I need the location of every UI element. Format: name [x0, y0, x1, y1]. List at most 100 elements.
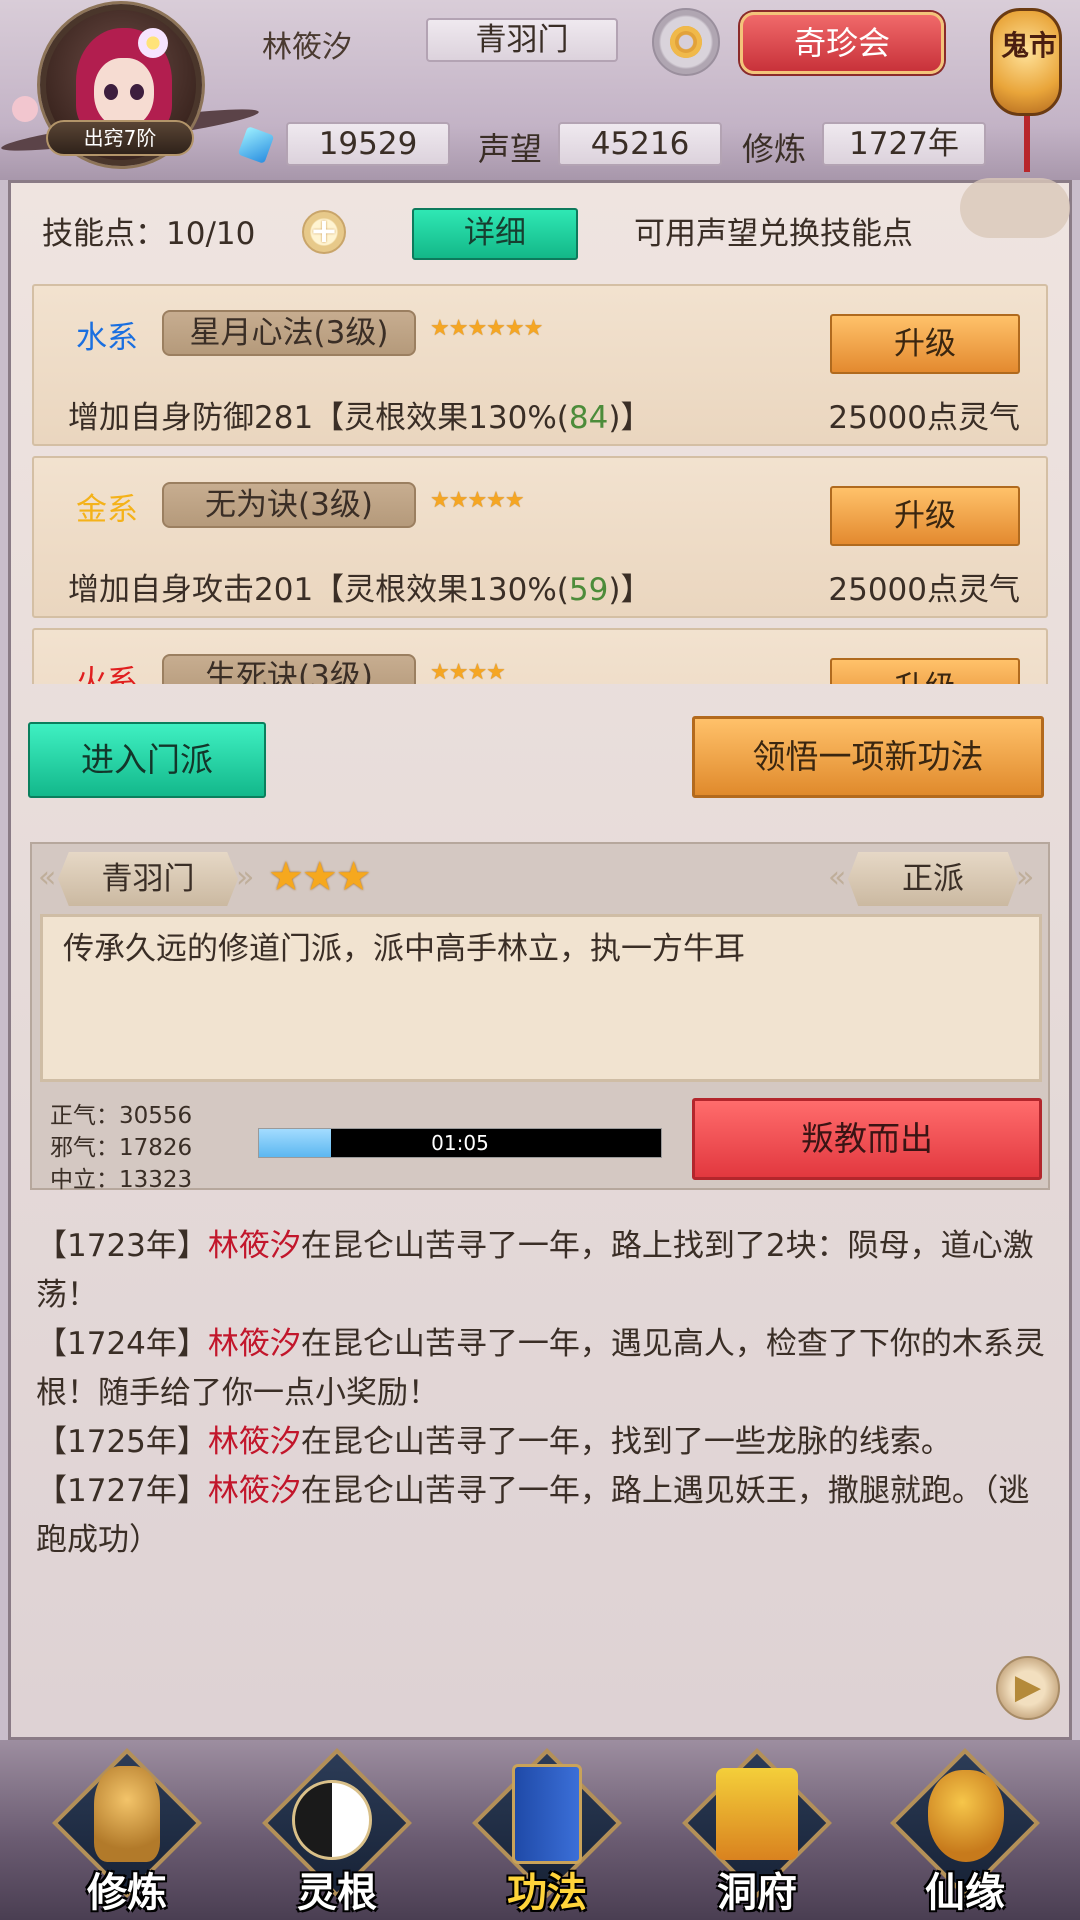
upgrade-button[interactable]: 升级	[830, 486, 1020, 546]
log-year: 【1725年】	[36, 1424, 208, 1460]
nav-label: 仙缘	[925, 1870, 1005, 1916]
log-player-name[interactable]: 林筱汐	[208, 1424, 301, 1460]
righteous-stat: 正气：30556	[50, 1103, 193, 1129]
skill-card: 水系 星月心法(3级) ★★★★★★ 升级 增加自身防御281【灵根效果130%…	[32, 284, 1048, 446]
log-entry: 【1724年】林筱汐在昆仑山苦寻了一年，遇见高人，检查了下你的木系灵根！随手给了…	[36, 1320, 1046, 1418]
skill-name: 星月心法(3级)	[162, 310, 416, 356]
sect-description-box: 传承久远的修道门派，派中高手林立，执一方牛耳	[40, 914, 1042, 1082]
skill-description: 增加自身防御281【灵根效果130%(84)】	[68, 392, 651, 437]
log-player-name[interactable]: 林筱汐	[208, 1228, 301, 1264]
skill-name: 生死诀(3级)	[162, 654, 416, 684]
leave-sect-button[interactable]: 叛教而出	[692, 1098, 1042, 1180]
sect-timer-text: 01:05	[431, 1131, 489, 1155]
learn-new-skill-button[interactable]: 领悟一项新功法	[692, 716, 1044, 798]
skill-desc-prefix: 增加自身防御281【灵根效果130%(	[68, 400, 569, 436]
yin-yang-sword-icon	[292, 1780, 372, 1860]
top-status-bar: 出窍7阶 林筱汐 青羽门 奇珍会 鬼市 19529 声望 45216 修炼 17…	[0, 0, 1080, 180]
upgrade-button[interactable]: 升级	[830, 658, 1020, 684]
skill-card: 火系 生死诀(3级) ★★★★ 升级	[32, 628, 1048, 684]
spirit-stone-icon	[237, 126, 275, 164]
plum-blossom-decoration	[12, 96, 38, 122]
log-year: 【1723年】	[36, 1228, 208, 1264]
cultivation-label: 修炼	[742, 130, 807, 168]
nav-cultivate[interactable]: 修炼	[52, 1748, 202, 1916]
hair-flower-icon	[138, 28, 168, 58]
reputation-label: 声望	[478, 130, 543, 168]
nav-label: 洞府	[717, 1870, 797, 1916]
cultivation-years: 1727年	[822, 122, 986, 166]
avatar-face	[94, 58, 154, 128]
log-text: 在昆仑山苦寻了一年，找到了一些龙脉的线索。	[300, 1424, 952, 1460]
sect-panel: « 青羽门 » ★★★ « 正派 » 传承久远的修道门派，派中高手林立，执一方牛…	[30, 842, 1050, 1193]
skill-element: 金系	[76, 492, 138, 528]
treasure-auction-button[interactable]: 奇珍会	[740, 12, 944, 74]
nav-label: 修炼	[87, 1870, 167, 1916]
settings-button[interactable]	[652, 8, 720, 76]
enter-sect-button[interactable]: 进入门派	[28, 722, 266, 798]
play-arrow-icon: ▶	[1014, 1667, 1042, 1707]
skill-desc-prefix: 增加自身攻击201【灵根效果130%(	[68, 572, 569, 608]
player-name: 林筱汐	[262, 30, 352, 65]
sect-alignment-tab: 正派	[848, 852, 1018, 906]
skill-card: 金系 无为诀(3级) ★★★★★ 升级 增加自身攻击201【灵根效果130%(5…	[32, 456, 1048, 618]
lantern-tassel	[1024, 116, 1030, 172]
gourd-icon	[928, 1770, 1004, 1862]
right-chevron-icon: »	[1016, 860, 1035, 895]
sect-name-tab: 青羽门	[58, 852, 238, 906]
left-chevron-icon: «	[38, 860, 57, 895]
skill-desc-bonus: 84	[568, 400, 609, 436]
event-log: 【1723年】林筱汐在昆仑山苦寻了一年，路上找到了2块：陨母，道心激荡！ 【17…	[36, 1222, 1046, 1565]
log-entry: 【1723年】林筱汐在昆仑山苦寻了一年，路上找到了2块：陨母，道心激荡！	[36, 1222, 1046, 1320]
skill-desc-suffix: )】	[608, 400, 652, 436]
skill-desc-bonus: 59	[568, 572, 609, 608]
skill-stars: ★★★★	[430, 660, 506, 684]
sect-name-box: 青羽门	[426, 18, 618, 62]
ghost-market-label: 鬼市	[1000, 29, 1057, 62]
sect-stars: ★★★	[268, 854, 372, 900]
skill-desc-suffix: )】	[608, 572, 652, 608]
neutral-stat: 中立：13323	[50, 1167, 193, 1193]
avatar-eye	[130, 84, 144, 100]
skill-element: 火系	[76, 664, 138, 684]
cloud-decoration	[960, 178, 1070, 238]
skill-points-label: 技能点：10/10	[42, 216, 256, 252]
detail-button[interactable]: 详细	[412, 208, 578, 260]
evil-stat: 邪气：17826	[50, 1135, 193, 1161]
right-chevron-icon: »	[236, 860, 255, 895]
skill-cost: 25000点灵气	[828, 572, 1020, 608]
skill-name: 无为诀(3级)	[162, 482, 416, 528]
nav-fortune[interactable]: 仙缘	[890, 1748, 1040, 1916]
book-scroll-icon	[512, 1764, 582, 1864]
skill-list[interactable]: 水系 星月心法(3级) ★★★★★★ 升级 增加自身防御281【灵根效果130%…	[30, 284, 1050, 684]
ghost-market-lantern-button[interactable]: 鬼市	[990, 8, 1062, 116]
log-entry: 【1725年】林筱汐在昆仑山苦寻了一年，找到了一些龙脉的线索。	[36, 1418, 1046, 1467]
skill-element: 水系	[76, 320, 138, 356]
nav-cave-dwelling[interactable]: 洞府	[682, 1748, 832, 1916]
spirit-stone-count: 19529	[286, 122, 450, 166]
reputation-value: 45216	[558, 122, 722, 166]
skill-stars: ★★★★★★	[430, 316, 543, 341]
gear-icon	[670, 26, 702, 58]
skill-description: 增加自身攻击201【灵根效果130%(59)】	[68, 564, 651, 609]
skill-cost: 25000点灵气	[828, 400, 1020, 436]
pagoda-icon	[716, 1768, 798, 1860]
skill-points-hint: 可用声望兑换技能点	[634, 216, 913, 252]
bottom-nav: 修炼 灵根 功法 洞府 仙缘	[0, 1740, 1080, 1920]
upgrade-button[interactable]: 升级	[830, 314, 1020, 374]
nav-techniques[interactable]: 功法	[472, 1748, 622, 1916]
left-chevron-icon: «	[828, 860, 847, 895]
nav-label: 功法	[507, 1870, 587, 1916]
avatar-eye	[104, 84, 118, 100]
next-page-button[interactable]: ▶	[996, 1656, 1060, 1720]
nav-spirit-root[interactable]: 灵根	[262, 1748, 412, 1916]
nav-label: 灵根	[297, 1870, 377, 1916]
log-player-name[interactable]: 林筱汐	[208, 1473, 301, 1509]
meditating-monk-icon	[94, 1766, 160, 1862]
sect-description: 传承久远的修道门派，派中高手林立，执一方牛耳	[63, 931, 745, 967]
log-entry: 【1727年】林筱汐在昆仑山苦寻了一年，路上遇见妖王，撒腿就跑。（逃跑成功）	[36, 1467, 1046, 1565]
log-player-name[interactable]: 林筱汐	[208, 1326, 301, 1362]
rank-badge: 出窍7阶	[46, 120, 194, 156]
add-skill-points-button[interactable]: +	[302, 210, 346, 254]
log-year: 【1724年】	[36, 1326, 208, 1362]
log-year: 【1727年】	[36, 1473, 208, 1509]
